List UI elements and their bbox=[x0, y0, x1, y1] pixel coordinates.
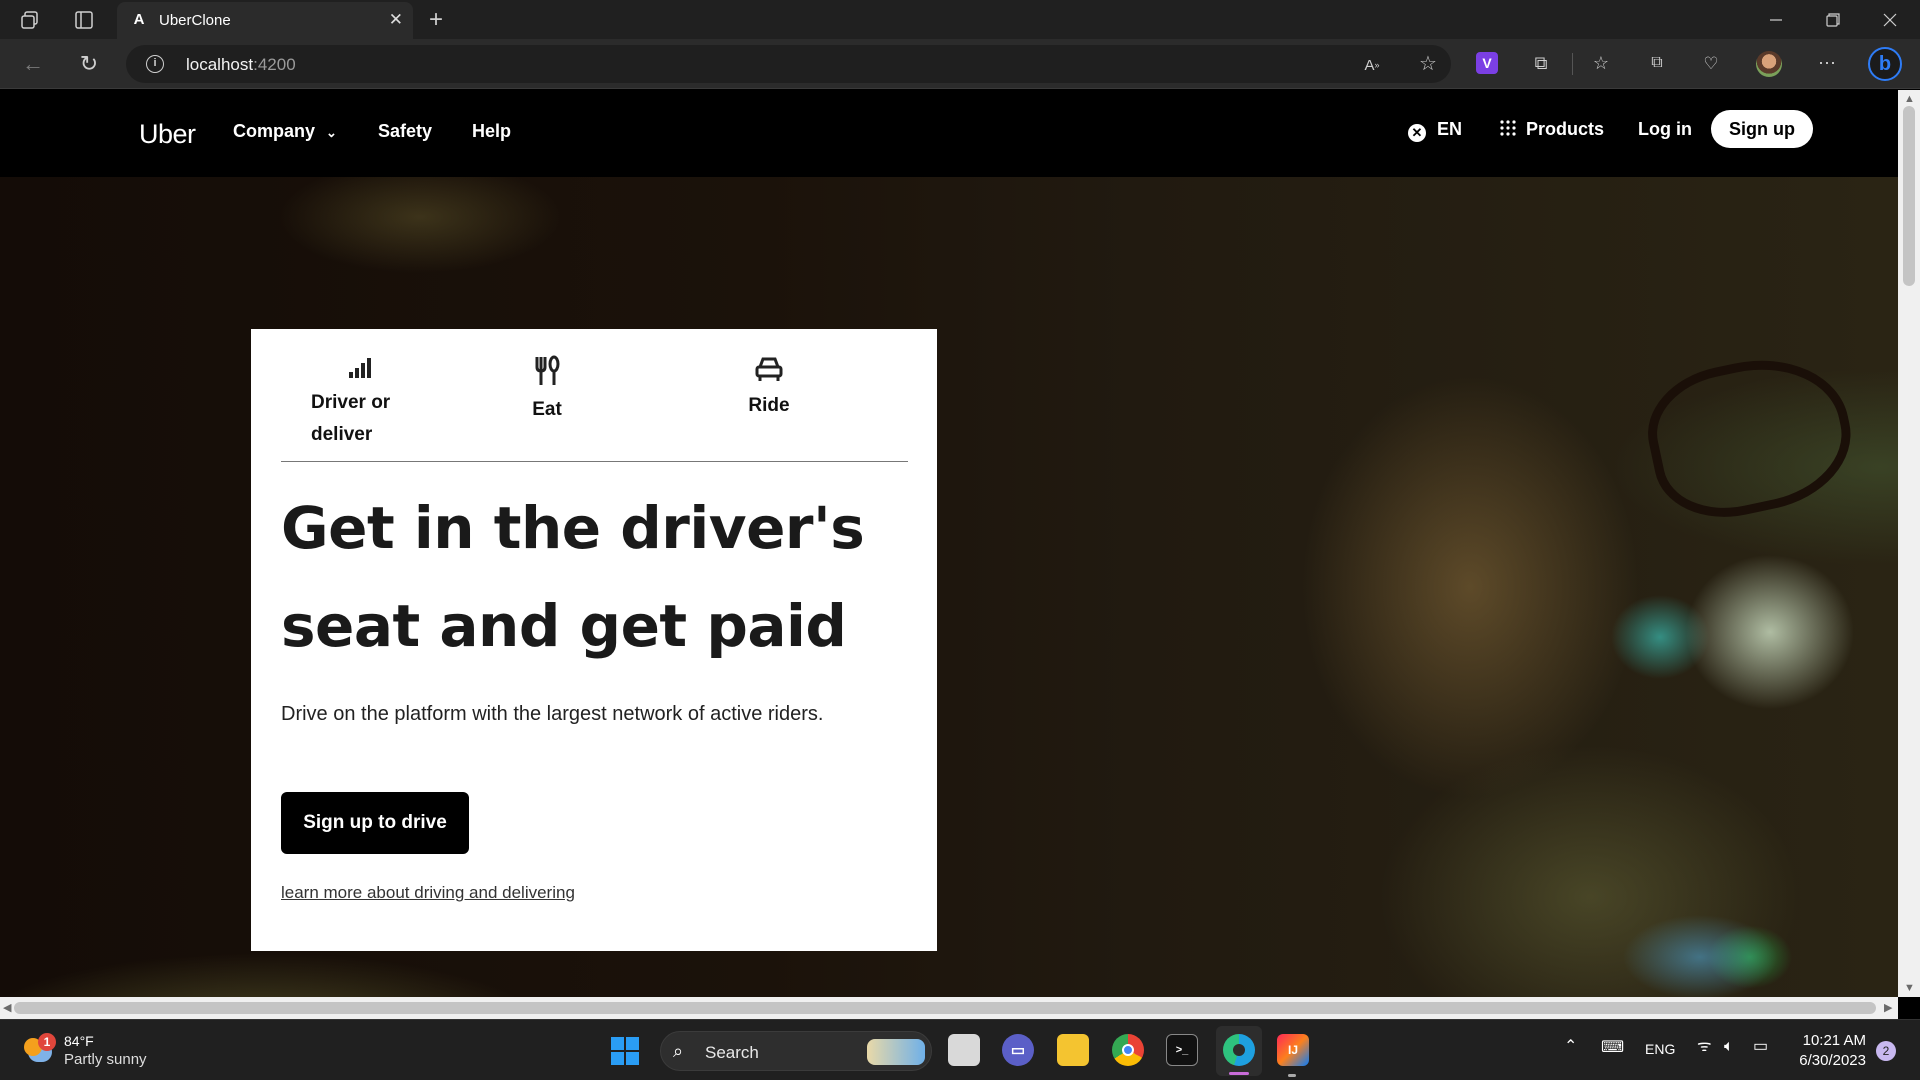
language-selector[interactable]: ✕ EN bbox=[1408, 118, 1462, 142]
category-label: Driver or deliver bbox=[311, 392, 391, 445]
url-text: localhost:4200 bbox=[186, 55, 296, 74]
nav-item-company-label: Company bbox=[233, 121, 316, 141]
nav-item-help[interactable]: Help bbox=[472, 120, 511, 142]
vertical-scrollbar[interactable]: ▲ ▼ bbox=[1898, 90, 1920, 997]
tray-overflow-chevron-icon[interactable]: ⌃ bbox=[1564, 1038, 1577, 1056]
read-aloud-icon[interactable]: A» bbox=[1362, 55, 1382, 75]
file-explorer-icon[interactable] bbox=[1057, 1034, 1089, 1066]
vertical-tabs-icon[interactable] bbox=[74, 10, 94, 30]
grid-dots-icon bbox=[1499, 119, 1517, 142]
nav-item-safety[interactable]: Safety bbox=[378, 120, 432, 142]
category-tab-driver[interactable]: Driver or deliver bbox=[311, 355, 411, 451]
clock-time[interactable]: 10:21 AM bbox=[1800, 1032, 1866, 1050]
hero-headline: Get in the driver's seat and get paid bbox=[281, 494, 865, 660]
vertical-scroll-thumb[interactable] bbox=[1903, 106, 1915, 286]
clock-date[interactable]: 6/30/2023 bbox=[1795, 1052, 1866, 1070]
category-label: Eat bbox=[532, 399, 562, 420]
category-tab-ride[interactable]: Ride bbox=[729, 355, 809, 422]
extension-v-icon[interactable]: V bbox=[1476, 52, 1498, 74]
browser-essentials-icon[interactable]: ♡ bbox=[1700, 52, 1722, 74]
learn-more-link[interactable]: learn more about driving and delivering bbox=[281, 883, 575, 903]
wifi-icon[interactable]: ᯤ bbox=[1697, 1038, 1712, 1056]
address-bar[interactable]: i localhost:4200 A» ☆ bbox=[126, 45, 1451, 83]
scroll-left-arrow-icon[interactable]: ◀ bbox=[3, 1002, 11, 1014]
products-label: Products bbox=[1526, 119, 1605, 139]
notification-badge[interactable]: 2 bbox=[1876, 1041, 1896, 1061]
bing-copilot-icon[interactable]: b bbox=[1868, 47, 1902, 81]
page-viewport: Uber Company ⌄ Safety Help ✕ EN Products… bbox=[0, 90, 1898, 997]
hero-image-glasses bbox=[1636, 342, 1864, 532]
hero-background-image: Driver or deliver Eat Ride Get in the dr… bbox=[0, 177, 1898, 997]
weather-badge: 1 bbox=[38, 1033, 56, 1051]
refresh-icon[interactable]: ↻ bbox=[78, 53, 100, 75]
weather-widget[interactable]: 1 bbox=[22, 1032, 58, 1068]
edge-icon[interactable] bbox=[1223, 1034, 1255, 1066]
scroll-down-arrow-icon[interactable]: ▼ bbox=[1904, 982, 1915, 994]
category-divider bbox=[281, 461, 908, 462]
tab-close-icon[interactable]: ✕ bbox=[389, 11, 403, 29]
hero-card: Driver or deliver Eat Ride Get in the dr… bbox=[251, 329, 937, 951]
intellij-icon[interactable]: IJ bbox=[1277, 1034, 1309, 1066]
search-label: Search bbox=[705, 1043, 759, 1062]
products-menu[interactable]: Products bbox=[1499, 118, 1604, 142]
signal-bars-icon bbox=[311, 355, 411, 387]
chevron-down-icon: ⌄ bbox=[326, 125, 337, 140]
language-label: EN bbox=[1437, 119, 1463, 139]
login-link[interactable]: Log in bbox=[1638, 118, 1692, 140]
horizontal-scroll-thumb[interactable] bbox=[14, 1002, 1876, 1014]
site-info-icon[interactable]: i bbox=[146, 55, 164, 73]
minimize-icon[interactable] bbox=[1766, 10, 1786, 30]
tab-favicon: A bbox=[133, 11, 145, 28]
fork-knife-icon bbox=[517, 355, 577, 394]
taskbar-search-box[interactable]: ⌕ Search bbox=[660, 1031, 932, 1071]
search-icon: ⌕ bbox=[673, 1041, 684, 1061]
collections-icon[interactable]: ⧉ bbox=[1646, 52, 1668, 74]
uber-logo[interactable]: Uber bbox=[139, 119, 196, 149]
profile-avatar[interactable] bbox=[1756, 51, 1782, 77]
terminal-icon[interactable]: >_ bbox=[1166, 1034, 1198, 1066]
battery-icon[interactable]: ▭ bbox=[1753, 1038, 1768, 1056]
more-menu-icon[interactable]: ⋯ bbox=[1816, 52, 1838, 74]
new-tab-icon[interactable]: + bbox=[424, 8, 448, 32]
category-tab-eat[interactable]: Eat bbox=[517, 355, 577, 426]
favorites-icon[interactable]: ☆ bbox=[1590, 52, 1612, 74]
volume-icon[interactable]: 🔈︎ bbox=[1724, 1038, 1734, 1056]
task-view-icon[interactable] bbox=[948, 1034, 980, 1066]
extensions-icon[interactable]: ⧉ bbox=[1530, 52, 1552, 74]
input-language[interactable]: ENG bbox=[1645, 1040, 1675, 1058]
hero-subtext: Drive on the platform with the largest n… bbox=[281, 703, 824, 725]
browser-tab-bar: A UberClone ✕ + bbox=[0, 0, 1920, 39]
category-label: Ride bbox=[748, 395, 790, 416]
windows-taskbar: 1 84°F Partly sunny ⌕ Search ▭ >_ IJ ⌃ ⌨… bbox=[0, 1019, 1920, 1080]
car-icon bbox=[729, 355, 809, 390]
signup-button[interactable]: Sign up bbox=[1711, 110, 1813, 148]
nav-item-company[interactable]: Company ⌄ bbox=[233, 120, 337, 144]
weather-desc: Partly sunny bbox=[64, 1051, 147, 1068]
scroll-up-arrow-icon[interactable]: ▲ bbox=[1904, 93, 1915, 105]
restore-icon[interactable] bbox=[1823, 10, 1843, 30]
horizontal-scrollbar[interactable]: ◀ ▶ bbox=[0, 997, 1898, 1019]
workspaces-icon[interactable] bbox=[20, 10, 40, 30]
running-app-indicator bbox=[1288, 1074, 1296, 1077]
globe-icon: ✕ bbox=[1408, 124, 1426, 142]
keyboard-icon[interactable]: ⌨ bbox=[1601, 1039, 1624, 1057]
toolbar-divider bbox=[1572, 53, 1573, 75]
favorite-star-icon[interactable]: ☆ bbox=[1418, 54, 1438, 74]
browser-tab-active[interactable]: A UberClone ✕ bbox=[117, 2, 413, 39]
active-app-indicator bbox=[1229, 1072, 1249, 1075]
scroll-right-arrow-icon[interactable]: ▶ bbox=[1884, 1002, 1892, 1014]
uber-navbar: Uber Company ⌄ Safety Help ✕ EN Products… bbox=[0, 90, 1898, 177]
search-highlight-image bbox=[867, 1039, 925, 1065]
windows-start-icon[interactable] bbox=[611, 1037, 639, 1065]
teams-chat-icon[interactable]: ▭ bbox=[1002, 1034, 1034, 1066]
chrome-icon[interactable] bbox=[1112, 1034, 1144, 1066]
signup-to-drive-button[interactable]: Sign up to drive bbox=[281, 792, 469, 854]
back-icon[interactable]: ← bbox=[22, 53, 44, 75]
close-window-icon[interactable] bbox=[1880, 10, 1900, 30]
tab-title: UberClone bbox=[159, 12, 231, 29]
browser-toolbar: ← ↻ i localhost:4200 A» ☆ V ⧉ ☆ ⧉ ♡ ⋯ b bbox=[0, 39, 1920, 89]
weather-temp: 84°F bbox=[64, 1033, 94, 1049]
